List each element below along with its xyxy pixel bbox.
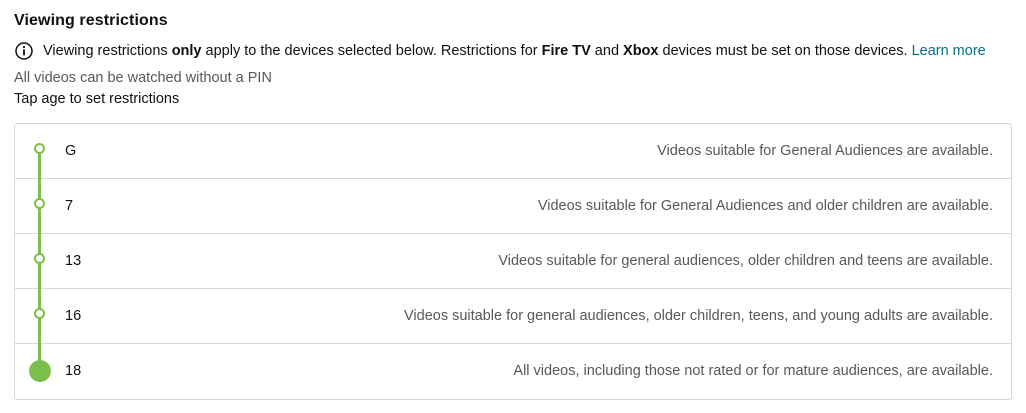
learn-more-link[interactable]: Learn more <box>912 43 986 59</box>
rating-age-label: G <box>65 143 77 159</box>
restriction-notice: Viewing restrictions only apply to the d… <box>14 41 986 61</box>
notice-text-part4: devices must be set on those devices. <box>658 43 912 59</box>
rating-age-label: 18 <box>65 363 82 379</box>
age-rating-selector: G Videos suitable for General Audiences … <box>14 123 1012 400</box>
rating-row-13[interactable]: 13 Videos suitable for general audiences… <box>15 234 1011 289</box>
slider-stop-16[interactable] <box>34 308 45 319</box>
tap-age-hint: Tap age to set restrictions <box>14 91 180 107</box>
slider-stop-7[interactable] <box>34 198 45 209</box>
rating-row-7[interactable]: 7 Videos suitable for General Audiences … <box>15 179 1011 234</box>
rating-description: Videos suitable for general audiences, o… <box>498 253 993 269</box>
rating-age-label: 13 <box>65 253 82 269</box>
notice-text-part3: and <box>590 43 624 59</box>
slider-stop-13[interactable] <box>34 253 45 264</box>
notice-bold-only: only <box>171 43 202 59</box>
notice-text: Viewing restrictions only apply to the d… <box>43 43 986 59</box>
rating-description: All videos, including those not rated or… <box>513 363 993 379</box>
notice-bold-xbox: Xbox <box>623 43 659 59</box>
section-title: Viewing restrictions <box>14 12 168 29</box>
slider-stop-g[interactable] <box>34 143 45 154</box>
rating-description: Videos suitable for general audiences, o… <box>404 308 993 324</box>
info-circle-icon <box>14 41 34 61</box>
rating-row-g[interactable]: G Videos suitable for General Audiences … <box>15 124 1011 179</box>
pin-status-text: All videos can be watched without a PIN <box>14 70 272 86</box>
rating-description: Videos suitable for General Audiences an… <box>537 198 993 214</box>
notice-text-part2: apply to the devices selected below. Res… <box>201 43 542 59</box>
rating-age-label: 16 <box>65 308 82 324</box>
rating-age-label: 7 <box>65 198 74 214</box>
notice-text-part1: Viewing restrictions <box>43 43 172 59</box>
rating-row-18[interactable]: 18 All videos, including those not rated… <box>15 344 1011 399</box>
slider-handle-selected[interactable] <box>29 360 51 382</box>
rating-description: Videos suitable for General Audiences ar… <box>657 143 993 159</box>
notice-bold-fire-tv: Fire TV <box>541 43 591 59</box>
rating-row-16[interactable]: 16 Videos suitable for general audiences… <box>15 289 1011 344</box>
